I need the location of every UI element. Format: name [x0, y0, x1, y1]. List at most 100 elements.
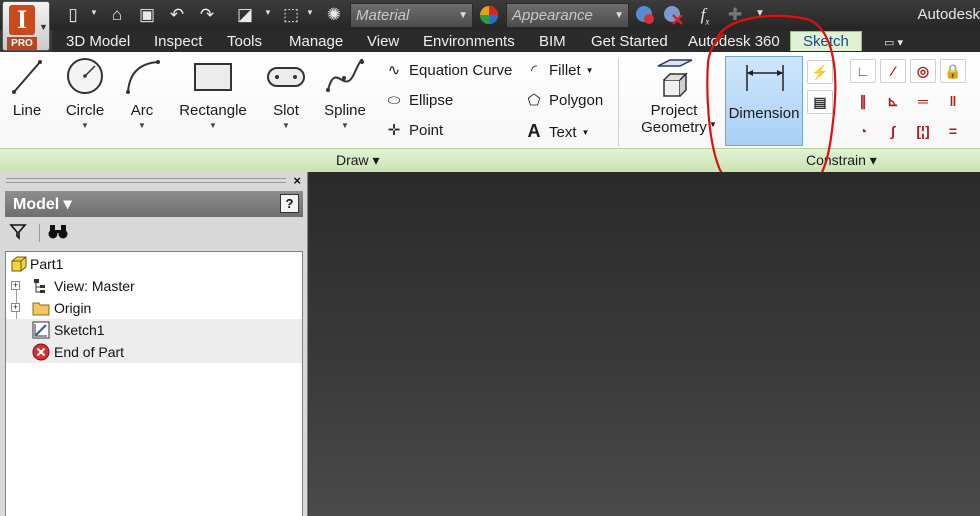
browser-title[interactable]: Model ▾	[13, 194, 72, 214]
browser-toolbar	[5, 218, 303, 248]
polygon-button[interactable]: ⬠ Polygon	[524, 89, 603, 113]
tree-node-label: End of Part	[54, 344, 125, 360]
draw-panel-title[interactable]: Draw ▾	[336, 152, 380, 169]
tab-environments[interactable]: Environments	[423, 32, 515, 52]
tab-inspect[interactable]: Inspect	[154, 32, 202, 52]
tree-node-label: Origin	[54, 300, 92, 316]
point-icon: ✛	[387, 122, 401, 139]
new-file-icon[interactable]: ▯	[62, 4, 84, 26]
save-icon[interactable]: ▣	[136, 4, 158, 26]
chevron-down-icon[interactable]: ▼	[264, 8, 272, 17]
panel-separator	[618, 58, 619, 146]
chevron-down-icon: ▼	[282, 121, 290, 130]
toolbar-divider	[39, 224, 40, 242]
chevron-down-icon[interactable]: ▼	[306, 8, 314, 17]
tab-bim[interactable]: BIM	[539, 32, 566, 52]
slot-tool-label: Slot	[273, 102, 299, 119]
line-tool-button[interactable]: Line	[8, 56, 46, 119]
tree-node-part1[interactable]: Part1	[6, 253, 302, 275]
slot-tool-button[interactable]: Slot ▼	[264, 56, 308, 130]
tab-get-started[interactable]: Get Started	[591, 32, 668, 52]
symmetric-constraint-icon[interactable]: [¦]	[910, 119, 936, 143]
chevron-down-icon: ▼	[458, 10, 468, 21]
point-button[interactable]: ✛ Point	[384, 119, 444, 143]
ellipse-icon: ⬭	[387, 92, 401, 109]
undo-icon[interactable]: ↶	[166, 4, 188, 26]
line-tool-label: Line	[12, 102, 42, 119]
smooth-constraint-icon[interactable]: ∫	[880, 119, 906, 143]
vertical-constraint-icon[interactable]: ‖	[940, 89, 966, 113]
point-label: Point	[409, 122, 444, 139]
ribbon-display-toggle-icon[interactable]: ▭ ▾	[884, 36, 903, 49]
filter-icon[interactable]	[9, 222, 27, 245]
update-icon[interactable]: ◪	[234, 4, 256, 26]
open-folder-icon[interactable]: ⌂	[106, 4, 128, 26]
expand-plus-icon[interactable]: +	[11, 303, 20, 312]
expand-plus-icon[interactable]: +	[11, 281, 20, 290]
spline-tool-button[interactable]: Spline ▼	[322, 56, 368, 130]
redo-icon[interactable]: ↷	[196, 4, 218, 26]
adjust-appearance-icon[interactable]	[634, 4, 656, 26]
concentric-constraint-icon[interactable]: ◎	[910, 59, 936, 83]
arc-tool-button[interactable]: Arc ▼	[122, 56, 162, 130]
inventor-logo: I	[9, 5, 35, 35]
text-button[interactable]: A Text ▼	[524, 119, 590, 143]
coincident-constraint-icon[interactable]: ∟	[850, 59, 876, 83]
chevron-down-icon: ▼	[614, 10, 624, 21]
tree-node-label: View: Master	[54, 278, 135, 294]
tree-node-origin[interactable]: + Origin	[6, 297, 302, 319]
chevron-down-icon: ▼	[39, 22, 48, 32]
tree-node-end-of-part[interactable]: End of Part	[6, 341, 302, 363]
tangent-constraint-icon[interactable]: ◔	[850, 119, 876, 143]
fillet-button[interactable]: ◜ Fillet ▼	[524, 59, 594, 83]
rectangle-icon	[194, 63, 232, 91]
appearance-combo[interactable]: Appearance ▼	[506, 3, 629, 28]
equation-curve-button[interactable]: ∿ Equation Curve	[384, 59, 513, 83]
collinear-constraint-icon[interactable]: ⁄	[880, 59, 906, 83]
material-combo[interactable]: Material ▼	[350, 3, 473, 28]
spline-tool-label: Spline	[324, 102, 366, 119]
tab-tools[interactable]: Tools	[227, 32, 262, 52]
text-a-icon: A	[527, 121, 541, 141]
polygon-label: Polygon	[549, 92, 604, 109]
clear-appearance-icon[interactable]	[662, 4, 684, 26]
parallel-constraint-icon[interactable]: ∥	[850, 89, 876, 113]
application-menu-button[interactable]: I PRO ▼	[2, 1, 50, 51]
chevron-down-icon: ▼	[585, 66, 594, 76]
arc-icon	[126, 60, 160, 94]
tree-node-label: Sketch1	[54, 322, 105, 338]
panel-grip[interactable]	[6, 178, 286, 183]
help-icon[interactable]: ?	[280, 194, 299, 213]
fix-constraint-icon[interactable]: 🔒	[940, 59, 966, 83]
horizontal-constraint-icon[interactable]: ═	[910, 89, 936, 113]
chevron-down-icon: ▼	[138, 121, 146, 130]
rectangle-tool-button[interactable]: Rectangle ▼	[178, 56, 248, 130]
text-label: Text	[549, 124, 577, 141]
app-title: Autodesk	[917, 6, 980, 23]
circle-tool-button[interactable]: Circle ▼	[63, 56, 107, 130]
color-wheel-icon[interactable]	[478, 4, 500, 26]
folder-icon	[32, 302, 50, 316]
chevron-down-icon[interactable]: ▼	[90, 8, 98, 17]
tab-view[interactable]: View	[367, 32, 399, 52]
color-override-icon[interactable]: ✺	[323, 4, 345, 26]
model-tree: Part1 + View: Master + Origin Sketch1 En…	[5, 251, 303, 516]
model-browser-panel: × Model ▾ ? Part1 + View: Master + Origi…	[0, 172, 308, 516]
close-icon[interactable]: ×	[293, 173, 301, 188]
perpendicular-constraint-icon[interactable]: ⊾	[880, 89, 906, 113]
graphics-canvas[interactable]	[309, 172, 980, 516]
equal-constraint-icon[interactable]: =	[940, 119, 966, 143]
binoculars-search-icon[interactable]	[47, 222, 69, 245]
tab-manage[interactable]: Manage	[289, 32, 343, 52]
end-of-part-icon	[32, 343, 50, 361]
slot-icon	[267, 67, 305, 87]
tree-node-view-master[interactable]: + View: Master	[6, 275, 302, 297]
ellipse-button[interactable]: ⬭ Ellipse	[384, 89, 454, 113]
select-icon[interactable]: ⬚	[280, 4, 302, 26]
rectangle-tool-label: Rectangle	[179, 102, 247, 119]
chevron-down-icon: ▼	[341, 121, 349, 130]
chevron-down-icon: ▼	[81, 121, 89, 130]
tab-3d-model[interactable]: 3D Model	[66, 32, 130, 52]
tree-node-sketch1[interactable]: Sketch1	[6, 319, 302, 341]
ribbon-tab-strip: 3D Model Inspect Tools Manage View Envir…	[52, 30, 980, 52]
